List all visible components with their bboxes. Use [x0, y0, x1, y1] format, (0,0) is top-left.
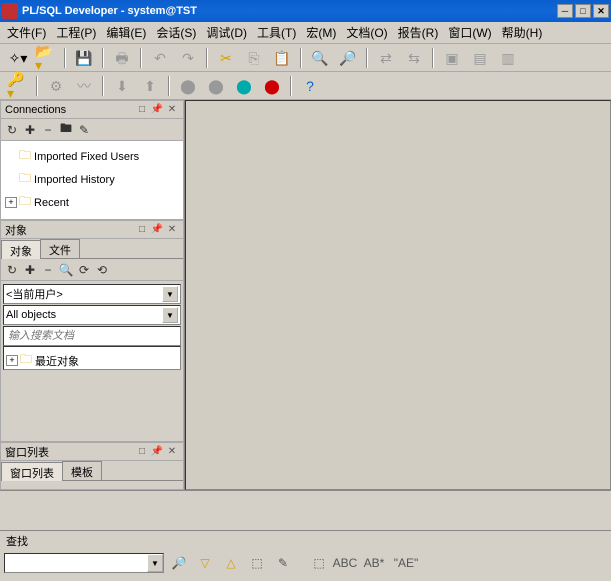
paste-button[interactable]: 📋	[270, 46, 294, 70]
objects-title: 对象	[5, 222, 134, 238]
refresh-icon[interactable]: ↻	[3, 121, 21, 139]
dropdown-arrow-icon[interactable]: ▼	[162, 307, 178, 323]
panel-pin-icon[interactable]: 📌	[150, 103, 164, 117]
menu-macro[interactable]: 宏(M)	[301, 22, 341, 43]
find-quote-icon[interactable]: "AE"	[392, 553, 420, 573]
menu-bar: 文件(F) 工程(P) 编辑(E) 会话(S) 调试(D) 工具(T) 宏(M)…	[0, 22, 611, 44]
print-button[interactable]: 🖶	[110, 46, 134, 70]
expand-icon[interactable]: +	[6, 355, 18, 366]
tab-objects[interactable]: 对象	[1, 240, 41, 259]
open-button[interactable]: 📂▾	[34, 46, 58, 70]
connections-title: Connections	[5, 104, 134, 116]
find2-button[interactable]: 🔎	[336, 46, 360, 70]
toggle1-button[interactable]: ⇄	[374, 46, 398, 70]
panel-close-icon[interactable]: ✕	[165, 103, 179, 117]
menu-session[interactable]: 会话(S)	[151, 22, 201, 43]
db1-button[interactable]: ▣	[440, 46, 464, 70]
filter-dropdown[interactable]: All objects ▼	[3, 305, 181, 325]
find-case-icon[interactable]: ⬚	[308, 553, 330, 573]
redo-button[interactable]: ↷	[176, 46, 200, 70]
tool2-icon[interactable]: ⟲	[93, 261, 111, 279]
find-regex-icon[interactable]: AB*	[360, 553, 388, 573]
tab-files[interactable]: 文件	[40, 239, 80, 258]
edit-icon[interactable]: ✎	[75, 121, 93, 139]
menu-help[interactable]: 帮助(H)	[497, 22, 548, 43]
tool1-icon[interactable]: ⟳	[75, 261, 93, 279]
db2-button[interactable]: ▤	[468, 46, 492, 70]
find-icon[interactable]: 🔍	[57, 261, 75, 279]
help-button[interactable]: ?	[298, 74, 322, 98]
exec3-button[interactable]: ⬤	[232, 74, 256, 98]
rollback-button[interactable]: ⬆	[138, 74, 162, 98]
tree-item[interactable]: 🗀Imported Fixed Users	[5, 145, 179, 168]
expand-icon[interactable]: +	[5, 197, 17, 208]
commit-button[interactable]: ⬇	[110, 74, 134, 98]
brush-button[interactable]: 〰	[72, 74, 96, 98]
dropdown-arrow-icon[interactable]: ▼	[162, 286, 178, 302]
close-button[interactable]: ✕	[593, 4, 609, 18]
connections-tree: 🗀Imported Fixed Users 🗀Imported History …	[1, 141, 183, 219]
menu-debug[interactable]: 调试(D)	[201, 22, 252, 43]
menu-window[interactable]: 窗口(W)	[443, 22, 496, 43]
panel-pin-icon[interactable]: 📌	[150, 223, 164, 237]
db3-button[interactable]: ▥	[496, 46, 520, 70]
window-title: PL/SQL Developer - system@TST	[22, 5, 555, 17]
object-search-input[interactable]	[3, 326, 181, 346]
toggle2-button[interactable]: ⇆	[402, 46, 426, 70]
tree-item[interactable]: 🗀Imported History	[5, 168, 179, 191]
mdi-area	[185, 100, 611, 490]
find-mark-icon[interactable]: ✎	[272, 553, 294, 573]
find-search-icon[interactable]: 🔎	[168, 553, 190, 573]
panel-pin-icon[interactable]: 📌	[150, 445, 164, 459]
exec1-button[interactable]: ⬤	[176, 74, 200, 98]
gear-button[interactable]: ⚙	[44, 74, 68, 98]
remove-icon[interactable]: −	[39, 261, 57, 279]
find-word-icon[interactable]: ABC	[334, 553, 356, 573]
panel-menu-icon[interactable]: □	[135, 103, 149, 117]
menu-tools[interactable]: 工具(T)	[252, 22, 301, 43]
menu-file[interactable]: 文件(F)	[2, 22, 51, 43]
remove-icon[interactable]: −	[39, 121, 57, 139]
user-dropdown[interactable]: <当前用户> ▼	[3, 284, 181, 304]
refresh-icon[interactable]: ↻	[3, 261, 21, 279]
find-title: 查找	[0, 531, 611, 551]
find-next-icon[interactable]: △	[220, 553, 242, 573]
minimize-button[interactable]: ─	[557, 4, 573, 18]
panel-close-icon[interactable]: ✕	[165, 445, 179, 459]
add-icon[interactable]: ✚	[21, 121, 39, 139]
panel-menu-icon[interactable]: □	[135, 223, 149, 237]
key-button[interactable]: 🔑▾	[6, 74, 30, 98]
save-button[interactable]: 💾	[72, 46, 96, 70]
app-icon	[2, 3, 18, 19]
find-input[interactable]: ▼	[4, 553, 164, 573]
find-button[interactable]: 🔍	[308, 46, 332, 70]
main-toolbar: ✧▾ 📂▾ 💾 🖶 ↶ ↷ ✂ ⎘ 📋 🔍 🔎 ⇄ ⇆ ▣ ▤ ▥	[0, 44, 611, 72]
tree-item[interactable]: +🗀Recent	[5, 191, 179, 214]
dropdown-arrow-icon[interactable]: ▼	[147, 554, 163, 572]
new-button[interactable]: ✧▾	[6, 46, 30, 70]
windowlist-title: 窗口列表	[5, 444, 134, 460]
tree-item[interactable]: +🗀最近对象	[6, 349, 178, 370]
tab-template[interactable]: 模板	[62, 461, 102, 480]
find-prev-icon[interactable]: ▽	[194, 553, 216, 573]
exec4-button[interactable]: ⬤	[260, 74, 284, 98]
folder-icon[interactable]: 🖿	[57, 121, 75, 139]
session-toolbar: 🔑▾ ⚙ 〰 ⬇ ⬆ ⬤ ⬤ ⬤ ⬤ ?	[0, 72, 611, 100]
add-icon[interactable]: ✚	[21, 261, 39, 279]
object-list: +🗀最近对象	[3, 346, 181, 370]
menu-report[interactable]: 报告(R)	[393, 22, 444, 43]
copy-button[interactable]: ⎘	[242, 46, 266, 70]
menu-project[interactable]: 工程(P)	[51, 22, 101, 43]
find-highlight-icon[interactable]: ⬚	[246, 553, 268, 573]
maximize-button[interactable]: □	[575, 4, 591, 18]
panel-menu-icon[interactable]: □	[135, 445, 149, 459]
menu-document[interactable]: 文档(O)	[341, 22, 392, 43]
cut-button[interactable]: ✂	[214, 46, 238, 70]
exec2-button[interactable]: ⬤	[204, 74, 228, 98]
tab-windowlist[interactable]: 窗口列表	[1, 462, 63, 481]
panel-close-icon[interactable]: ✕	[165, 223, 179, 237]
menu-edit[interactable]: 编辑(E)	[101, 22, 151, 43]
undo-button[interactable]: ↶	[148, 46, 172, 70]
